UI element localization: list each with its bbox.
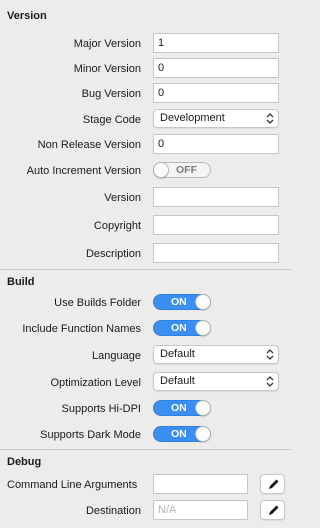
toggle-knob	[195, 426, 211, 442]
version-field[interactable]	[153, 187, 279, 207]
version-section-title: Version	[7, 10, 47, 22]
toggle-knob	[195, 400, 211, 416]
stage-code-label: Stage Code	[82, 114, 141, 126]
non-release-version-label: Non Release Version	[37, 139, 141, 151]
minor-version-label: Minor Version	[73, 63, 141, 75]
version-row: Version	[0, 187, 291, 213]
optimization-row: Optimization Level Default	[0, 372, 291, 398]
chevron-updown-icon	[266, 349, 274, 360]
function-names-row: Include Function Names ON	[0, 318, 291, 344]
description-label: Description	[85, 248, 141, 260]
destination-row: Destination	[0, 500, 291, 526]
edit-command-line-button[interactable]	[260, 474, 285, 494]
builds-folder-toggle[interactable]: ON	[153, 294, 211, 310]
copyright-row: Copyright	[0, 215, 291, 241]
hidpi-row: Supports Hi-DPI ON	[0, 398, 291, 424]
chevron-updown-icon	[266, 376, 274, 387]
function-names-toggle-text: ON	[171, 322, 187, 334]
toggle-knob	[195, 294, 211, 310]
pencil-icon	[269, 505, 279, 515]
description-field[interactable]	[153, 243, 279, 263]
description-row: Description	[0, 243, 291, 269]
stage-code-select[interactable]: Development	[153, 109, 279, 128]
version-label: Version	[104, 192, 141, 204]
section-divider	[0, 449, 291, 450]
major-version-row: Major Version	[0, 33, 291, 59]
dark-mode-toggle-text: ON	[171, 428, 187, 440]
hidpi-toggle-text: ON	[171, 402, 187, 414]
non-release-version-field[interactable]	[153, 134, 279, 154]
minor-version-field[interactable]	[153, 58, 279, 78]
copyright-field[interactable]	[153, 215, 279, 235]
destination-label: Destination	[85, 505, 141, 517]
pencil-icon	[269, 479, 279, 489]
builds-folder-row: Use Builds Folder ON	[0, 292, 291, 318]
optimization-label: Optimization Level	[50, 377, 142, 389]
command-line-label: Command Line Arguments	[7, 479, 138, 491]
hidpi-label: Supports Hi-DPI	[61, 403, 141, 415]
stage-code-value: Development	[160, 112, 225, 124]
command-line-row: Command Line Arguments	[0, 474, 291, 500]
dark-mode-row: Supports Dark Mode ON	[0, 424, 291, 450]
language-value: Default	[160, 348, 195, 360]
chevron-updown-icon	[266, 113, 274, 124]
language-row: Language Default	[0, 345, 291, 371]
dark-mode-toggle[interactable]: ON	[153, 426, 211, 442]
toggle-knob	[153, 162, 169, 178]
bug-version-field[interactable]	[153, 83, 279, 103]
language-label: Language	[92, 350, 141, 362]
hidpi-toggle[interactable]: ON	[153, 400, 211, 416]
auto-increment-toggle[interactable]: OFF	[153, 162, 211, 178]
section-divider	[0, 269, 291, 270]
minor-version-row: Minor Version	[0, 58, 291, 84]
copyright-label: Copyright	[93, 220, 141, 232]
optimization-select[interactable]: Default	[153, 372, 279, 391]
toggle-knob	[195, 320, 211, 336]
command-line-field[interactable]	[153, 474, 248, 494]
language-select[interactable]: Default	[153, 345, 279, 364]
bug-version-label: Bug Version	[81, 88, 141, 100]
auto-increment-toggle-text: OFF	[176, 164, 197, 176]
destination-field[interactable]	[153, 500, 248, 520]
function-names-label: Include Function Names	[22, 323, 141, 335]
builds-folder-toggle-text: ON	[171, 296, 187, 308]
auto-increment-row: Auto Increment Version OFF	[0, 160, 291, 186]
build-section-title: Build	[7, 276, 35, 288]
function-names-toggle[interactable]: ON	[153, 320, 211, 336]
optimization-value: Default	[160, 375, 195, 387]
major-version-field[interactable]	[153, 33, 279, 53]
debug-section-title: Debug	[7, 456, 42, 468]
stage-code-row: Stage Code Development	[0, 109, 291, 135]
dark-mode-label: Supports Dark Mode	[40, 429, 141, 441]
major-version-label: Major Version	[73, 38, 141, 50]
builds-folder-label: Use Builds Folder	[54, 297, 141, 309]
auto-increment-label: Auto Increment Version	[26, 165, 141, 177]
bug-version-row: Bug Version	[0, 83, 291, 109]
edit-destination-button[interactable]	[260, 500, 285, 520]
non-release-version-row: Non Release Version	[0, 134, 291, 160]
